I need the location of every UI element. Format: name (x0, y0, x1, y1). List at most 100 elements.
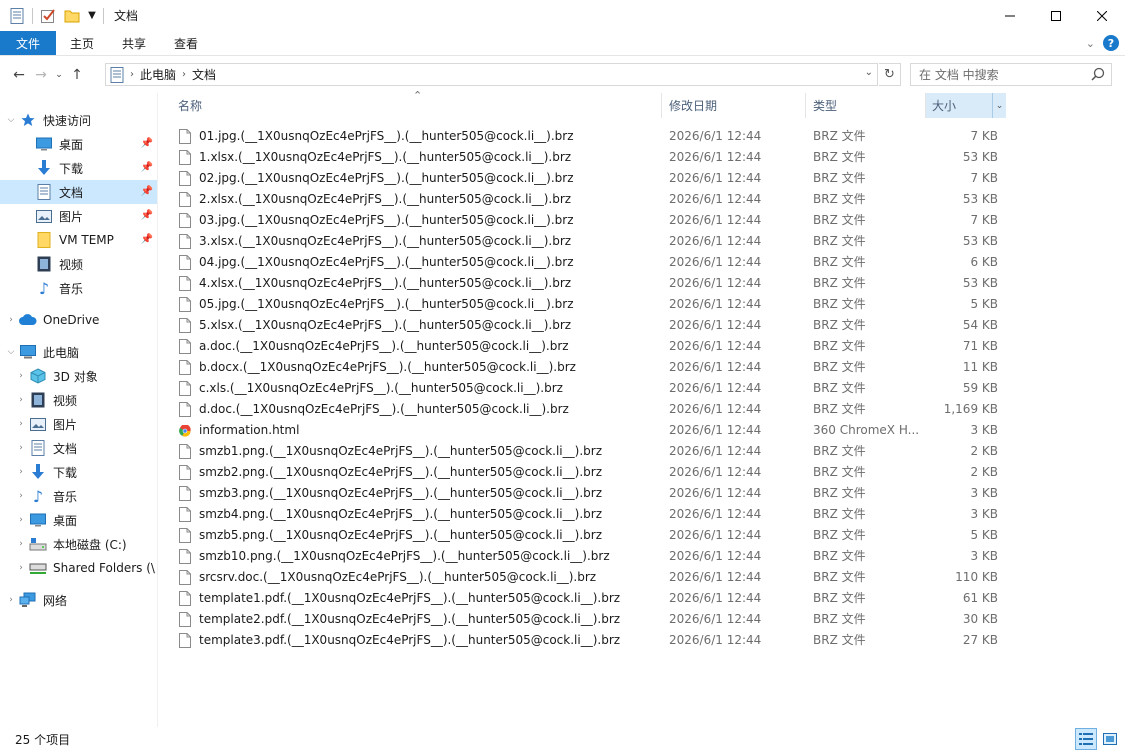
chevron-down-icon[interactable]: ⌵ (3, 347, 19, 357)
nav-pc-music[interactable]: › ♪ 音乐 (0, 484, 157, 508)
expand-ribbon-icon[interactable]: ⌄ (1086, 37, 1095, 50)
tab-view[interactable]: 查看 (160, 31, 212, 55)
customize-toolbar-icon[interactable]: ▼ (87, 7, 97, 25)
nav-pc-pictures[interactable]: › 图片 (0, 412, 157, 436)
chevron-right-icon[interactable]: › (13, 515, 29, 525)
pin-icon[interactable]: 📌 (141, 234, 153, 245)
column-header-type[interactable]: 类型 (807, 93, 926, 118)
tab-home[interactable]: 主页 (56, 31, 108, 55)
nav-pc-videos[interactable]: › 视频 (0, 388, 157, 412)
file-row[interactable]: information.html 2026/6/1 12:44 360 Chrome… (177, 420, 1009, 441)
chevron-right-icon[interactable]: › (13, 467, 29, 477)
large-icons-view-button[interactable] (1099, 728, 1121, 750)
tab-share[interactable]: 共享 (108, 31, 160, 55)
maximize-button[interactable] (1033, 0, 1079, 31)
refresh-button[interactable]: ↻ (879, 63, 901, 86)
pin-icon[interactable]: 📌 (141, 186, 153, 197)
chevron-right-icon[interactable]: › (13, 371, 29, 381)
nav-this-pc[interactable]: ⌵ 此电脑 (0, 340, 157, 364)
file-row[interactable]: 5.xlsx.(__1X0usnqOzEc4ePrjFS__).(__hunte… (177, 315, 1009, 336)
nav-shared-folders[interactable]: › Shared Folders (\ (0, 556, 157, 580)
file-row[interactable]: 4.xlsx.(__1X0usnqOzEc4ePrjFS__).(__hunte… (177, 273, 1009, 294)
file-row[interactable]: template2.pdf.(__1X0usnqOzEc4ePrjFS__).(… (177, 609, 1009, 630)
details-view-button[interactable] (1075, 728, 1097, 750)
file-row[interactable]: 05.jpg.(__1X0usnqOzEc4ePrjFS__).(__hunte… (177, 294, 1009, 315)
back-button[interactable]: ← (8, 64, 30, 86)
nav-videos[interactable]: 视频 (0, 252, 157, 276)
file-row[interactable]: smzb10.png.(__1X0usnqOzEc4ePrjFS__).(__h… (177, 546, 1009, 567)
column-header-date[interactable]: 修改日期 (663, 93, 806, 118)
chevron-down-icon[interactable]: ⌄ (865, 67, 873, 78)
forward-button[interactable]: → (30, 64, 52, 86)
new-folder-icon[interactable] (63, 7, 81, 25)
tab-file[interactable]: 文件 (0, 31, 56, 55)
nav-pc-downloads[interactable]: › 下载 (0, 460, 157, 484)
nav-3d-objects[interactable]: › 3D 对象 (0, 364, 157, 388)
file-row[interactable]: smzb5.png.(__1X0usnqOzEc4ePrjFS__).(__hu… (177, 525, 1009, 546)
nav-music[interactable]: ♪ 音乐 (0, 276, 157, 300)
file-row[interactable]: 03.jpg.(__1X0usnqOzEc4ePrjFS__).(__hunte… (177, 210, 1009, 231)
chevron-right-icon[interactable]: › (3, 595, 19, 605)
breadcrumb-this-pc[interactable]: 此电脑 (140, 66, 176, 83)
nav-quick-access[interactable]: ⌵ 快速访问 (0, 108, 157, 132)
nav-documents[interactable]: 文档 📌 (0, 180, 157, 204)
search-input[interactable] (919, 67, 1089, 82)
chevron-right-icon[interactable]: › (13, 419, 29, 429)
chevron-right-icon[interactable]: › (13, 443, 29, 453)
recent-locations-button[interactable]: ⌄ (52, 64, 66, 86)
nav-pc-documents[interactable]: › 文档 (0, 436, 157, 460)
file-row[interactable]: 2.xlsx.(__1X0usnqOzEc4ePrjFS__).(__hunte… (177, 189, 1009, 210)
nav-pc-desktop[interactable]: › 桌面 (0, 508, 157, 532)
chevron-right-icon[interactable]: › (3, 315, 19, 325)
chevron-down-icon[interactable]: ⌵ (3, 115, 19, 125)
close-button[interactable] (1079, 0, 1125, 31)
up-button[interactable]: ↑ (66, 64, 88, 86)
file-row[interactable]: a.doc.(__1X0usnqOzEc4ePrjFS__).(__hunter… (177, 336, 1009, 357)
file-row[interactable]: smzb3.png.(__1X0usnqOzEc4ePrjFS__).(__hu… (177, 483, 1009, 504)
nav-desktop[interactable]: 桌面 📌 (0, 132, 157, 156)
nav-downloads[interactable]: 下载 📌 (0, 156, 157, 180)
search-icon[interactable] (1091, 67, 1105, 84)
file-row[interactable]: 01.jpg.(__1X0usnqOzEc4ePrjFS__).(__hunte… (177, 126, 1009, 147)
file-row[interactable]: c.xls.(__1X0usnqOzEc4ePrjFS__).(__hunter… (177, 378, 1009, 399)
column-header-name[interactable]: 名称 (172, 93, 662, 118)
file-row[interactable]: 1.xlsx.(__1X0usnqOzEc4ePrjFS__).(__hunte… (177, 147, 1009, 168)
nav-onedrive[interactable]: › OneDrive (0, 308, 157, 332)
document-icon[interactable] (8, 7, 26, 25)
file-row[interactable]: smzb2.png.(__1X0usnqOzEc4ePrjFS__).(__hu… (177, 462, 1009, 483)
file-row[interactable]: smzb4.png.(__1X0usnqOzEc4ePrjFS__).(__hu… (177, 504, 1009, 525)
minimize-button[interactable] (987, 0, 1033, 31)
chevron-right-icon[interactable]: › (13, 395, 29, 405)
file-row[interactable]: b.docx.(__1X0usnqOzEc4ePrjFS__).(__hunte… (177, 357, 1009, 378)
pin-icon[interactable]: 📌 (141, 138, 153, 149)
chevron-right-icon[interactable]: › (13, 539, 29, 549)
file-size: 61 KB (962, 591, 998, 605)
file-modified-date: 2026/6/1 12:44 (669, 129, 762, 143)
nav-vm-temp[interactable]: VM TEMP 📌 (0, 228, 157, 252)
file-row[interactable]: srcsrv.doc.(__1X0usnqOzEc4ePrjFS__).(__h… (177, 567, 1009, 588)
file-row[interactable]: template1.pdf.(__1X0usnqOzEc4ePrjFS__).(… (177, 588, 1009, 609)
file-row[interactable]: 04.jpg.(__1X0usnqOzEc4ePrjFS__).(__hunte… (177, 252, 1009, 273)
breadcrumb-documents[interactable]: 文档 (192, 66, 216, 83)
column-header-size[interactable]: 大小 ⌄ (926, 93, 1006, 118)
nav-pictures[interactable]: 图片 📌 (0, 204, 157, 228)
pin-icon[interactable]: 📌 (141, 162, 153, 173)
nav-local-disk[interactable]: › 本地磁盘 (C:) (0, 532, 157, 556)
address-bar[interactable]: › 此电脑 › 文档 ⌄ (105, 63, 878, 86)
chevron-down-icon[interactable]: ⌄ (992, 93, 1006, 118)
help-button[interactable]: ? (1103, 35, 1119, 51)
properties-icon[interactable] (39, 7, 57, 25)
chevron-right-icon[interactable]: › (182, 69, 186, 80)
file-row[interactable]: template3.pdf.(__1X0usnqOzEc4ePrjFS__).(… (177, 630, 1009, 651)
chevron-right-icon[interactable]: › (13, 491, 29, 501)
nav-network[interactable]: › 网络 (0, 588, 157, 612)
chevron-right-icon[interactable]: › (13, 563, 29, 573)
file-row[interactable]: 02.jpg.(__1X0usnqOzEc4ePrjFS__).(__hunte… (177, 168, 1009, 189)
file-row[interactable]: 3.xlsx.(__1X0usnqOzEc4ePrjFS__).(__hunte… (177, 231, 1009, 252)
chevron-right-icon[interactable]: › (130, 69, 134, 80)
nav-label: 此电脑 (43, 345, 80, 360)
search-box[interactable] (910, 63, 1112, 86)
file-row[interactable]: smzb1.png.(__1X0usnqOzEc4ePrjFS__).(__hu… (177, 441, 1009, 462)
pin-icon[interactable]: 📌 (141, 210, 153, 221)
file-row[interactable]: d.doc.(__1X0usnqOzEc4ePrjFS__).(__hunter… (177, 399, 1009, 420)
